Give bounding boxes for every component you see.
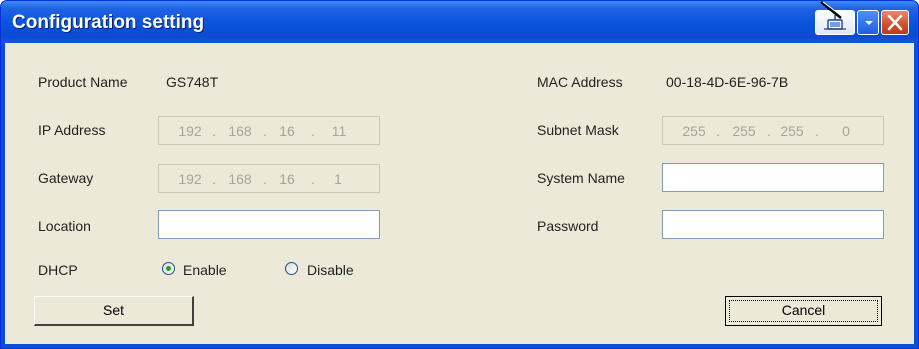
cancel-button-label: Cancel	[781, 302, 826, 318]
dropdown-button[interactable]	[857, 10, 879, 35]
gateway-label: Gateway	[38, 170, 94, 186]
subnet-octet-1: 255	[682, 123, 706, 139]
dhcp-disable-label: Disable	[307, 262, 354, 278]
ip-address-field[interactable]: 192 . 168 . 16 . 11	[158, 116, 380, 145]
dhcp-enable-label: Enable	[183, 262, 227, 278]
password-input[interactable]	[662, 210, 884, 239]
configuration-window: Configuration setting Product Name GS748…	[0, 0, 919, 349]
ip-octet-2: 168	[228, 123, 252, 139]
subnet-dot: .	[815, 123, 819, 139]
subnet-dot: .	[767, 123, 771, 139]
gateway-field[interactable]: 192 . 168 . 16 . 1	[158, 164, 380, 193]
window-title: Configuration setting	[12, 12, 205, 33]
system-name-label: System Name	[537, 170, 625, 186]
ip-octet-1: 192	[178, 123, 202, 139]
gateway-octet-1: 192	[178, 171, 202, 187]
gateway-dot: .	[212, 171, 216, 187]
dhcp-enable-radio[interactable]	[162, 262, 175, 275]
location-label: Location	[38, 218, 91, 234]
mouse-cursor-icon	[820, 1, 843, 19]
ip-dot: .	[311, 123, 315, 139]
ip-octet-3: 16	[279, 123, 295, 139]
subnet-octet-2: 255	[732, 123, 756, 139]
ip-octet-4: 11	[331, 123, 347, 139]
system-name-input[interactable]	[662, 163, 884, 192]
subnet-octet-3: 255	[780, 123, 804, 139]
subnet-octet-4: 0	[842, 123, 850, 139]
location-input[interactable]	[158, 210, 380, 239]
gateway-dot: .	[263, 171, 267, 187]
dialog-body: Product Name GS748T MAC Address 00-18-4D…	[5, 43, 914, 344]
mac-address-label: MAC Address	[537, 74, 623, 90]
ip-dot: .	[263, 123, 267, 139]
ip-dot: .	[212, 123, 216, 139]
gateway-octet-4: 1	[334, 171, 342, 187]
gateway-octet-2: 168	[228, 171, 252, 187]
subnet-mask-field[interactable]: 255 . 255 . 255 . 0	[662, 116, 884, 145]
product-name-label: Product Name	[38, 74, 128, 90]
ip-address-label: IP Address	[38, 122, 106, 138]
gateway-octet-3: 16	[279, 171, 295, 187]
product-name-value: GS748T	[166, 74, 219, 90]
dhcp-enable-option[interactable]: Enable	[157, 261, 267, 281]
close-button[interactable]	[881, 10, 909, 35]
radio-selected-dot	[166, 266, 171, 271]
dhcp-disable-option[interactable]: Disable	[281, 261, 381, 281]
set-button[interactable]: Set	[34, 296, 194, 326]
gateway-dot: .	[311, 171, 315, 187]
chevron-down-icon	[865, 21, 873, 25]
dhcp-disable-radio[interactable]	[285, 262, 298, 275]
title-bar[interactable]: Configuration setting	[1, 1, 918, 43]
subnet-dot: .	[716, 123, 720, 139]
subnet-mask-label: Subnet Mask	[537, 122, 619, 138]
dhcp-label: DHCP	[38, 262, 78, 278]
cancel-button[interactable]: Cancel	[725, 296, 882, 326]
password-label: Password	[537, 218, 599, 234]
mac-address-value: 00-18-4D-6E-96-7B	[666, 74, 789, 90]
